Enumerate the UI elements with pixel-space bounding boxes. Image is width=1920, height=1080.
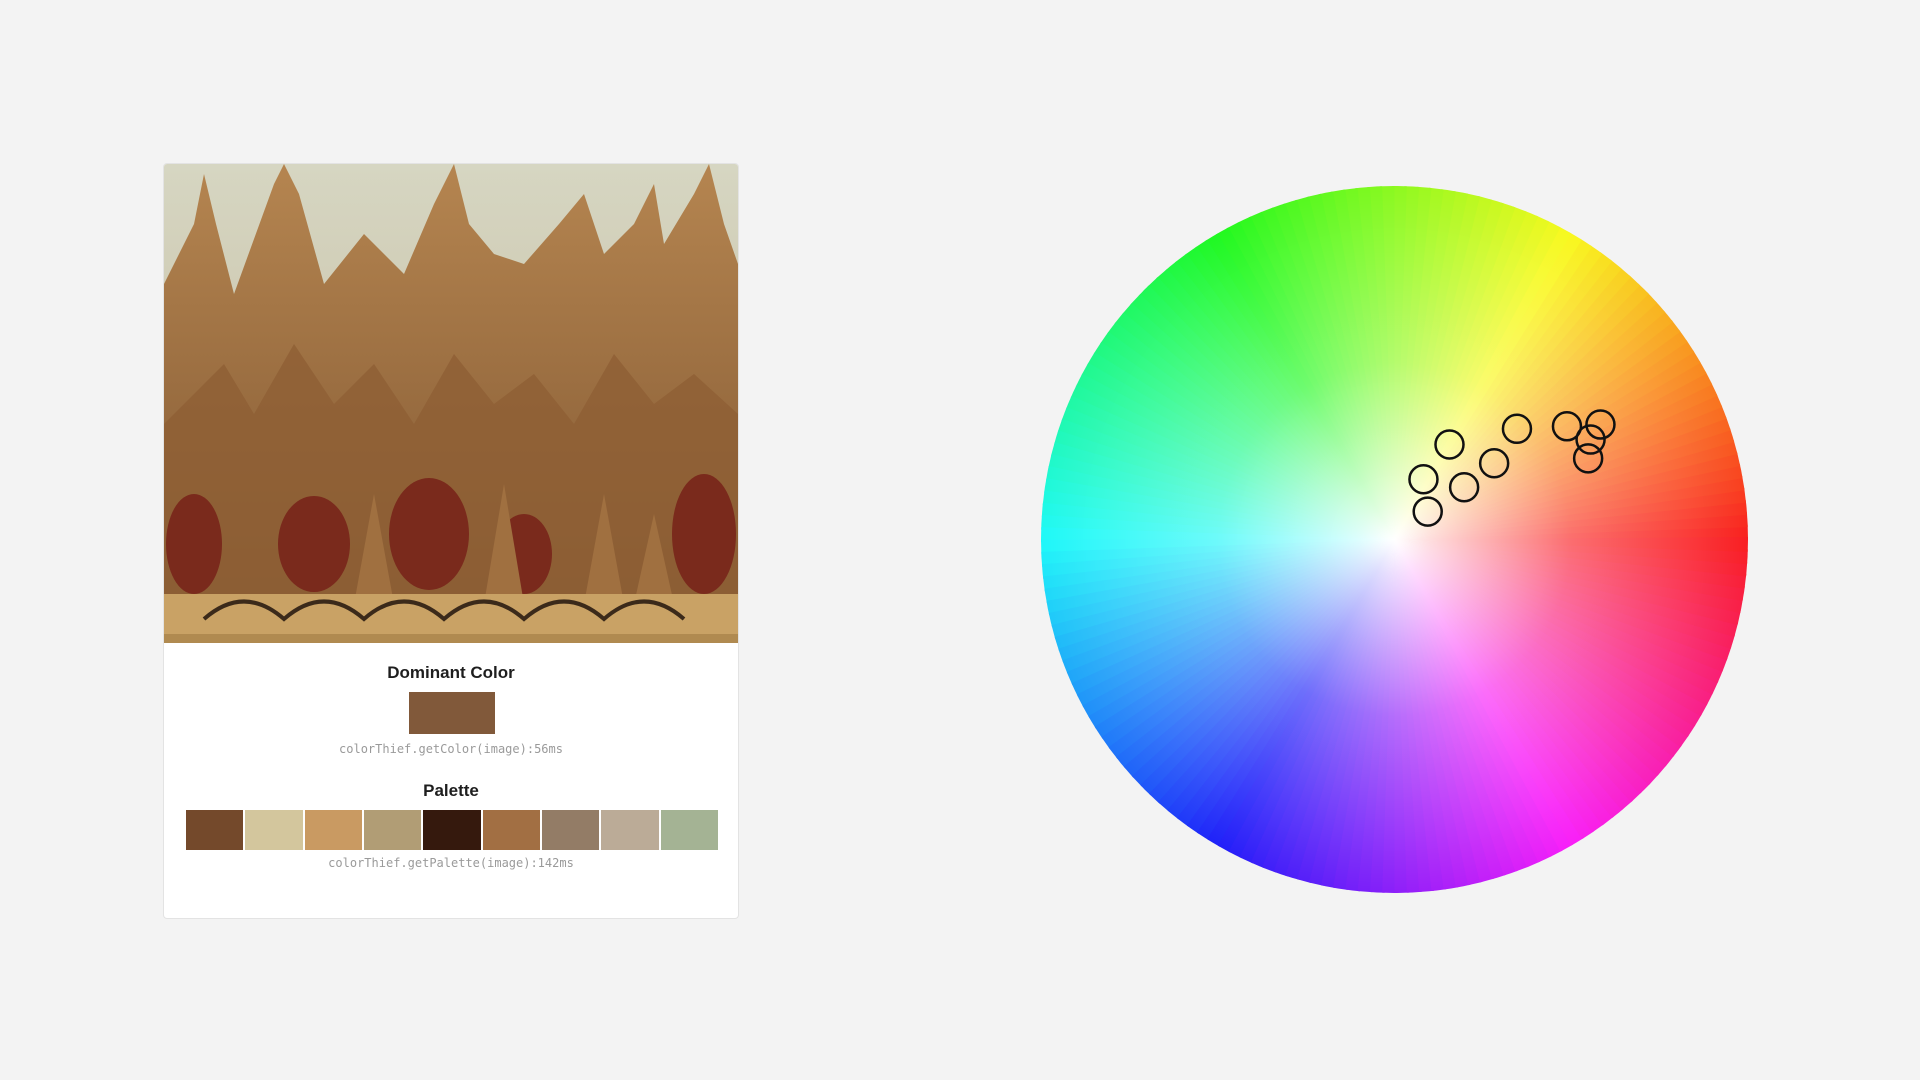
- palette-swatch-4: [363, 810, 422, 850]
- color-wheel-container: [1041, 186, 1748, 893]
- artwork-image: [164, 164, 738, 643]
- dominant-color-title: Dominant Color: [387, 663, 515, 682]
- palette-swatch-1: [186, 810, 244, 850]
- dominant-color-swatch: [409, 692, 495, 734]
- color-wheel: [1041, 186, 1748, 893]
- palette-swatches: [186, 810, 718, 850]
- palette-swatch-5: [423, 810, 481, 850]
- palette-swatch-7: [541, 810, 600, 850]
- palette-swatch-2: [245, 810, 303, 850]
- palette-title: Palette: [423, 781, 479, 800]
- palette-swatch-8: [601, 810, 659, 850]
- get-palette-caption: colorThief.getPalette(image):142ms: [328, 856, 574, 870]
- wheel-center-glow: [1041, 186, 1748, 893]
- palette-swatch-3: [304, 810, 362, 850]
- palette-swatch-9: [660, 810, 718, 850]
- color-thief-card: Dominant Color colorThief.getColor(image…: [163, 163, 739, 919]
- get-color-caption: colorThief.getColor(image):56ms: [339, 742, 563, 756]
- palette-swatch-6: [482, 810, 540, 850]
